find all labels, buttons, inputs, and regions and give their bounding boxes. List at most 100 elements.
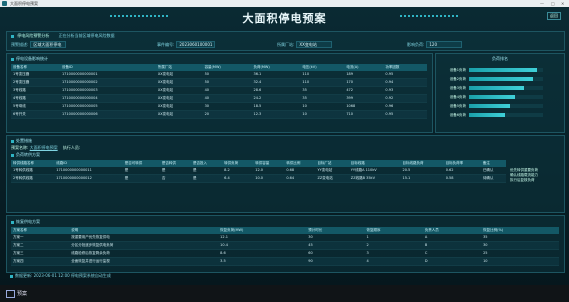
device-table-cell: 36.1: [251, 71, 301, 79]
transfer-table-row[interactable]: 2号转供线路 1710000000000012 是否是 6.4 10.0 0.64 ZZ变电…: [11, 174, 506, 183]
device-table-cell: 1710000000000006: [59, 110, 156, 119]
recovery-table-cell: B: [422, 241, 482, 250]
transfer-table-cell: 12.0: [253, 167, 285, 175]
device-table-row[interactable]: 1号变压器 1710000000000001 XX变电站 50 36.1 110 189 0.…: [11, 71, 427, 79]
recovery-table-cell: 方案一: [11, 234, 70, 242]
transfer-table-cell: ZZ变电站: [315, 174, 349, 183]
device-table-cell: 12.3: [251, 110, 301, 119]
field-desc: 预警描述: 区域大面积停电: [11, 41, 67, 48]
device-table-cell: 40: [202, 94, 252, 103]
monitor-icon[interactable]: [6, 290, 15, 298]
load-bar-label: 设备5负荷: [449, 104, 466, 108]
device-table-cell: 18.5: [251, 102, 301, 111]
recovery-table-cell: 45: [306, 241, 365, 250]
transfer-table: 转供线路名称 线路ID 是否可转供 是否转供 是否投入 转供负荷 转供容量 转供比例 目标厂站目…: [11, 160, 506, 183]
transfer-table-cell: 已确认: [480, 167, 506, 175]
recovery-table-cell: D: [422, 257, 482, 266]
device-table-cell: XX变电站: [155, 78, 203, 87]
transfer-table-cell: 6.4: [222, 174, 254, 183]
header: 大面积停电预案 返回: [0, 7, 569, 31]
device-table-cell: 0.95: [383, 110, 427, 119]
device-table-cell: 1068: [344, 102, 384, 111]
measure-panel: 处置措施 预案名称: 大面积停电预案 执行人员: 负荷转供方案 转供线路名称 线路…: [6, 135, 565, 213]
recovery-table-header: 预计时长: [306, 227, 365, 234]
recovery-table-cell: 12.1: [218, 234, 307, 242]
transfer-table-cell: ZZ线路B 35kV: [348, 174, 401, 183]
device-table-row[interactable]: 5号母线 1710000000000005 XX变电站 30 18.5 10 1068 0.9…: [11, 102, 427, 111]
maximize-icon[interactable]: □: [551, 0, 555, 7]
transfer-table-cell: 是: [122, 174, 160, 183]
field-load-label: 影响负荷:: [407, 42, 425, 47]
load-rank-bars: 设备1负荷 设备2负荷 设备3负荷 设备4负荷 设备5负荷 设备6负荷: [440, 68, 560, 128]
plan-line: 预案名称: 大面积停电预案 执行人员:: [11, 145, 80, 151]
field-desc-value[interactable]: 区域大面积停电: [30, 41, 67, 48]
transfer-table-header: 线路ID: [54, 160, 123, 167]
recovery-table-header: 说明: [69, 227, 219, 234]
transfer-table-header: 目标线路负荷: [400, 160, 444, 167]
device-table-row[interactable]: 4号线路 1710000000000004 XX变电站 40 24.2 35 399 0.92: [11, 94, 427, 103]
load-bar-fill: [469, 95, 515, 99]
info-panel: 停电风险预警分析 正在分析当前区域停电风险数据 预警描述: 区域大面积停电 事件编…: [6, 31, 565, 51]
load-bar-label: 设备2负荷: [449, 77, 466, 81]
transfer-table-cell: 1号转供线路: [11, 167, 55, 175]
transfer-table-row[interactable]: 1号转供线路 1710000000000011 是是是 8.2 12.0 0.68 YY变电…: [11, 167, 506, 175]
transfer-table-cell: 0.62: [443, 167, 481, 175]
transfer-table-header: 目标厂站: [315, 160, 349, 167]
recovery-table-cell: 2: [364, 241, 423, 250]
field-event-value[interactable]: 2023060100001: [176, 41, 216, 48]
load-bar-track: [469, 113, 543, 117]
device-table-cell: 50: [202, 71, 252, 79]
device-table-cell: 1710000000000003: [59, 86, 156, 95]
transfer-table-header: 转供比例: [284, 160, 316, 167]
recovery-table-cell: 3.5: [218, 257, 307, 266]
transfer-table-cell: 0.64: [284, 174, 316, 183]
device-table-cell: 189: [344, 71, 384, 79]
device-table-row[interactable]: 2号变压器 1710000000000002 XX变电站 50 32.4 110 170 0.…: [11, 78, 427, 87]
device-table-cell: XX变电站: [155, 102, 203, 111]
recovery-table-row[interactable]: 方案四 全面恢复并进行运行监视 3.5 90 4 D 10: [11, 257, 559, 266]
transfer-notes: 优先转供重要负荷 确认线路载流能力 执行后复核负荷: [510, 168, 560, 183]
transfer-table-cell: 15.1: [400, 174, 444, 183]
load-bar-label: 设备1负荷: [449, 68, 466, 72]
recovery-table-cell: 8.6: [218, 249, 307, 258]
load-bar-fill: [469, 77, 533, 81]
device-table-cell: 170: [344, 78, 384, 87]
minimize-icon[interactable]: —: [540, 0, 544, 7]
transfer-table-cell: 是: [191, 174, 223, 183]
field-load: 影响负荷: 120: [407, 41, 463, 48]
close-icon[interactable]: ✕: [561, 0, 564, 7]
device-table-header: 功率因数: [383, 64, 427, 71]
recovery-table-cell: 60: [306, 249, 365, 258]
device-table-cell: 10: [300, 110, 345, 119]
back-button[interactable]: 返回: [547, 12, 561, 20]
recovery-table-cell: 4: [364, 257, 423, 266]
recovery-table-row[interactable]: 方案一 按重要用户优先恢复供电 12.1 30 1 A 35: [11, 234, 559, 242]
device-table-row[interactable]: 6号开关 1710000000000006 XX变电站 20 12.3 10 710 0.95: [11, 110, 427, 119]
load-bar-fill: [469, 104, 510, 108]
device-table-cell: 0.92: [383, 94, 427, 103]
recovery-table-row[interactable]: 方案三 线路检修后恢复剩余负荷 8.6 60 3 C 25: [11, 249, 559, 258]
recovery-table-header: 恢复负荷(MW): [218, 227, 307, 234]
transfer-table-header: 备注: [480, 160, 506, 167]
info-notice: 正在分析当前区域停电风险数据: [58, 33, 115, 38]
info-header: 停电风险预警分析 正在分析当前区域停电风险数据: [11, 33, 115, 41]
recovery-table-cell: 25: [481, 249, 559, 258]
transfer-table-cell: 否: [159, 174, 191, 183]
plan-link[interactable]: 大面积停电预案: [30, 145, 58, 150]
field-station: 所属厂站: XX变电站: [277, 41, 333, 48]
taskbar-label[interactable]: 预案: [17, 290, 27, 297]
recovery-table-cell: 方案四: [11, 257, 70, 266]
device-table-row[interactable]: 3号线路 1710000000000003 XX变电站 40 28.6 35 472 0.93: [11, 86, 427, 95]
recovery-table-row[interactable]: 方案二 分区分批逐步恢复供电负荷 10.4 45 2 B 30: [11, 241, 559, 250]
bullet-icon: [11, 220, 14, 224]
field-load-value[interactable]: 120: [426, 41, 463, 48]
transfer-table-cell: 2号转供线路: [11, 174, 55, 183]
device-table-cell: 1710000000000005: [59, 102, 156, 111]
device-table-cell: 6号开关: [11, 110, 60, 119]
field-station-value[interactable]: XX变电站: [296, 41, 333, 48]
transfer-table-cell: 1710000000000011: [54, 167, 123, 175]
plan-label: 预案名称:: [11, 145, 29, 150]
measure-title-text: 处置措施: [16, 138, 32, 143]
load-bar-track: [469, 104, 543, 108]
device-table-header: 设备ID: [59, 64, 156, 71]
